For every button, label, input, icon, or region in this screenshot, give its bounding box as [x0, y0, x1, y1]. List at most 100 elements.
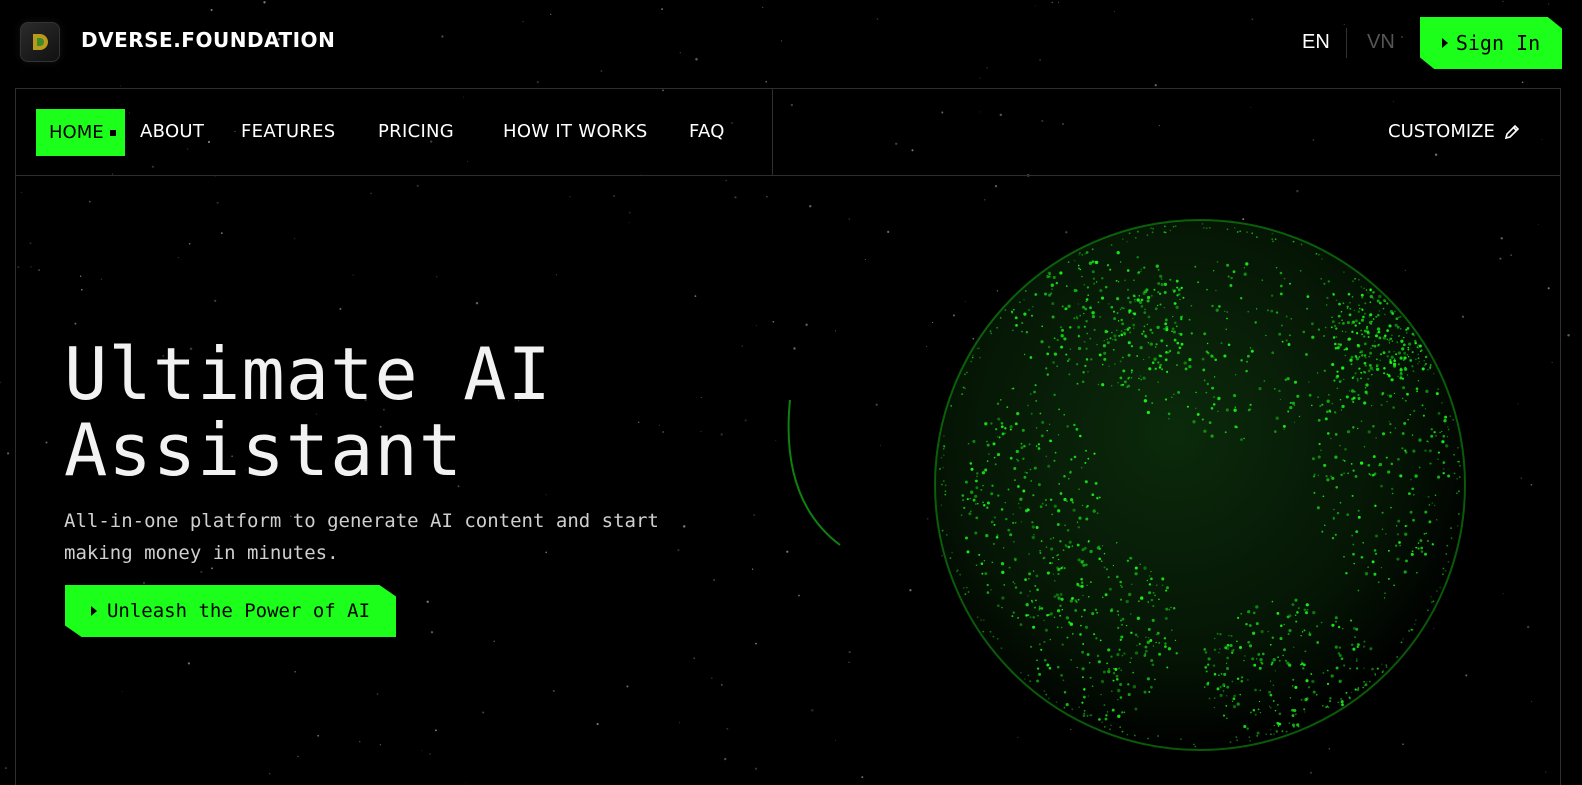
- globe-dot: [1340, 700, 1344, 704]
- globe-dot: [1386, 302, 1389, 305]
- cta-button[interactable]: Unleash the Power of AI: [65, 585, 396, 637]
- nav-item-how-it-works[interactable]: HOW IT WORKS: [503, 121, 648, 142]
- brand-name[interactable]: DVERSE.FOUNDATION: [81, 28, 335, 52]
- globe-rim-dot: [1239, 230, 1242, 233]
- nav-item-features[interactable]: FEATURES: [241, 121, 336, 142]
- globe-rim-dot: [1432, 600, 1435, 603]
- globe-dot: [1082, 305, 1085, 309]
- globe-dot: [1196, 412, 1200, 416]
- globe-dot: [1357, 509, 1360, 512]
- language-vn[interactable]: VN: [1367, 31, 1395, 54]
- globe-dot: [1316, 506, 1320, 510]
- nav-item-home-label: HOME: [49, 122, 104, 143]
- globe-dot: [1320, 277, 1323, 280]
- globe-dot: [1156, 631, 1160, 635]
- globe-dot: [1379, 359, 1381, 362]
- globe-dot: [1441, 440, 1445, 444]
- globe-rim-dot: [1354, 277, 1356, 280]
- globe-dot: [1067, 304, 1071, 308]
- globe-dot: [1040, 434, 1044, 438]
- globe-dot: [1082, 563, 1086, 567]
- globe-dot: [1003, 584, 1005, 586]
- globe-dot: [1148, 583, 1152, 586]
- globe-dot: [1028, 443, 1031, 446]
- globe-dot: [1356, 378, 1359, 380]
- globe-dot: [1168, 418, 1170, 420]
- globe-dot: [1372, 369, 1374, 371]
- globe-dot: [1232, 697, 1236, 701]
- globe-dot: [1157, 361, 1160, 364]
- globe-dot: [1021, 330, 1023, 333]
- customize-button[interactable]: CUSTOMIZE: [1388, 121, 1521, 142]
- nav-item-pricing[interactable]: PRICING: [378, 121, 454, 142]
- globe-dot: [1103, 351, 1107, 355]
- globe-dot: [1254, 688, 1257, 692]
- globe-dot: [1346, 305, 1349, 309]
- globe-dot: [1071, 545, 1074, 547]
- nav-item-home[interactable]: HOME: [36, 109, 125, 156]
- globe-dot: [1009, 456, 1013, 460]
- globe-dot: [1117, 382, 1119, 384]
- globe-dot: [1283, 648, 1286, 652]
- globe-dot: [1310, 673, 1313, 675]
- globe-dot: [1350, 463, 1353, 465]
- globe-dot: [1285, 730, 1288, 733]
- globe-dot: [1040, 607, 1044, 610]
- globe-dot: [1443, 419, 1447, 423]
- globe-dot: [990, 589, 992, 591]
- globe-dot: [1081, 581, 1084, 584]
- globe-rim-dot: [1157, 735, 1159, 737]
- globe-dot: [1435, 519, 1438, 521]
- logo[interactable]: [20, 22, 60, 62]
- globe-dot: [1354, 372, 1357, 375]
- globe-dot: [1123, 380, 1127, 384]
- globe-rim-dot: [1233, 227, 1236, 229]
- globe-dot: [1261, 662, 1264, 665]
- globe-dot: [1169, 278, 1172, 281]
- globe-dot: [1225, 328, 1227, 331]
- globe-rim-dot: [1235, 736, 1238, 738]
- globe-dot: [1038, 672, 1042, 676]
- globe-dot: [1116, 251, 1120, 255]
- globe-dot: [1425, 389, 1429, 394]
- globe-dot: [1190, 332, 1193, 335]
- language-en[interactable]: EN: [1302, 31, 1330, 54]
- globe-dot: [1343, 378, 1345, 381]
- globe-dot: [1053, 616, 1056, 619]
- nav-item-about[interactable]: ABOUT: [140, 121, 204, 142]
- globe-dot: [1066, 500, 1068, 503]
- globe-dot: [975, 486, 979, 490]
- globe-rim-dot: [1456, 492, 1458, 495]
- globe-dot: [1133, 327, 1135, 329]
- sign-in-button[interactable]: Sign In: [1420, 17, 1562, 69]
- globe-dot: [1076, 382, 1079, 385]
- globe-dot: [1322, 495, 1325, 498]
- globe-dot: [1363, 342, 1367, 346]
- globe-dot: [1061, 566, 1064, 568]
- globe-dot: [1150, 294, 1153, 297]
- globe-dot: [1273, 724, 1275, 727]
- globe-dot: [1334, 616, 1338, 620]
- globe-dot: [1115, 674, 1119, 678]
- globe-dot: [1066, 360, 1069, 362]
- globe-dot: [1175, 279, 1179, 283]
- globe-dot: [1121, 322, 1125, 326]
- globe-dot: [1348, 313, 1352, 317]
- globe-dot: [1380, 484, 1383, 488]
- globe-dot: [1387, 373, 1391, 377]
- globe-dot: [1387, 350, 1391, 354]
- globe-dot: [1041, 325, 1044, 328]
- nav-item-faq[interactable]: FAQ: [689, 121, 725, 142]
- globe-dot: [1046, 663, 1050, 667]
- globe-dot: [1278, 389, 1281, 393]
- globe-dot: [1389, 358, 1392, 362]
- globe-dot: [1388, 421, 1391, 423]
- globe-dot: [1175, 652, 1178, 655]
- globe-dot: [993, 543, 995, 545]
- globe-dot: [1292, 685, 1294, 687]
- globe-dot: [1060, 674, 1063, 677]
- globe-dot: [1058, 408, 1060, 411]
- globe-dot: [1213, 376, 1216, 378]
- globe-dot: [1383, 597, 1386, 599]
- globe-rim-dot: [1350, 691, 1353, 694]
